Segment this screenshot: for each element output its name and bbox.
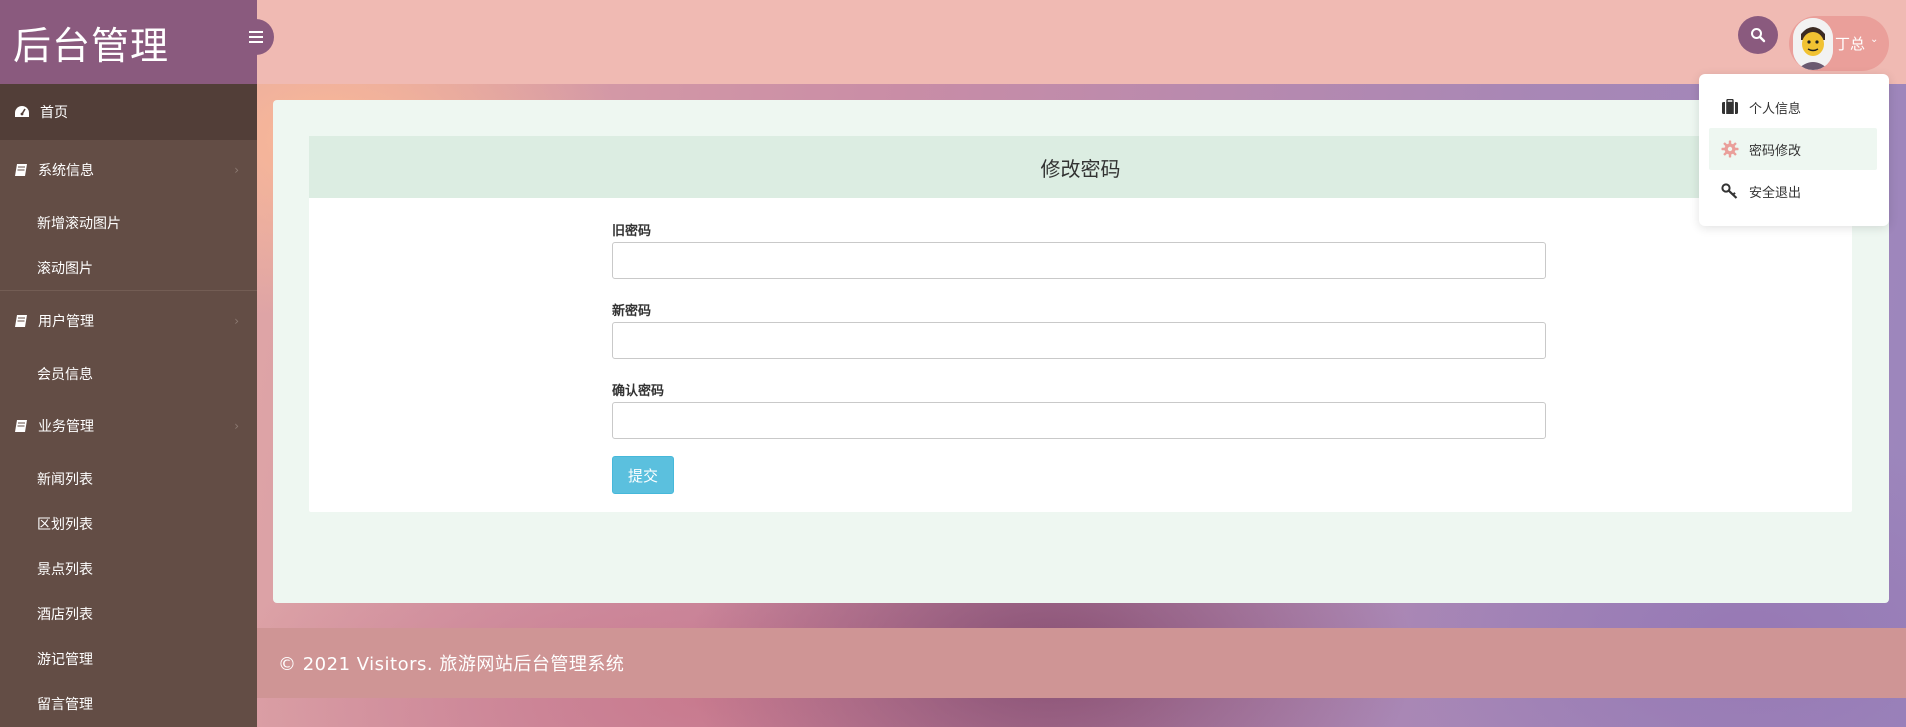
change-password-panel: 修改密码 旧密码 新密码 确认密码 提交 <box>309 136 1852 512</box>
search-icon <box>1751 28 1766 43</box>
menu-item-label: 个人信息 <box>1749 101 1802 117</box>
sidebar-group-system-info[interactable]: 系统信息 › <box>0 140 257 200</box>
briefcase-icon <box>1719 99 1741 115</box>
old-password-input[interactable] <box>612 242 1546 279</box>
new-password-label: 新密码 <box>612 304 652 319</box>
sidebar-item-members[interactable]: 会员信息 <box>0 351 257 396</box>
chevron-right-icon: › <box>234 419 239 433</box>
search-button[interactable] <box>1738 16 1778 54</box>
sidebar-group-label: 系统信息 <box>38 163 94 179</box>
confirm-password-input[interactable] <box>612 402 1546 439</box>
hamburger-icon <box>249 31 263 43</box>
book-icon <box>15 315 27 327</box>
old-password-label: 旧密码 <box>612 224 652 239</box>
sidebar-group-business-management[interactable]: 业务管理 › <box>0 396 257 456</box>
sidebar-item-add-slide[interactable]: 新增滚动图片 <box>0 200 257 245</box>
sidebar-item-news[interactable]: 新闻列表 <box>0 456 257 501</box>
chevron-right-icon: › <box>234 314 239 328</box>
dashboard-icon <box>15 106 29 117</box>
menu-item-label: 密码修改 <box>1749 143 1802 159</box>
sidebar-item-regions[interactable]: 区划列表 <box>0 501 257 546</box>
user-avatar-icon <box>1793 18 1833 70</box>
footer-text: © 2021 Visitors. 旅游网站后台管理系统 <box>257 628 1906 698</box>
sidebar-group-label: 用户管理 <box>38 314 94 330</box>
submit-button[interactable]: 提交 <box>612 456 674 494</box>
confirm-password-label: 确认密码 <box>612 384 665 399</box>
sidebar-item-slides[interactable]: 滚动图片 <box>0 245 257 290</box>
sidebar-item-travelogues[interactable]: 游记管理 <box>0 636 257 681</box>
user-menu-button[interactable]: 丁总 ⌄ <box>1789 16 1889 71</box>
sidebar-item-home[interactable]: 首页 <box>0 84 257 140</box>
sidebar-item-label: 首页 <box>40 105 68 121</box>
menu-item-change-password[interactable]: 密码修改 <box>1709 128 1877 170</box>
sidebar-item-hotels[interactable]: 酒店列表 <box>0 591 257 636</box>
brand-title: 后台管理 <box>0 0 257 84</box>
sidebar-item-messages[interactable]: 留言管理 <box>0 681 257 726</box>
menu-item-profile[interactable]: 个人信息 <box>1709 86 1877 128</box>
top-bar <box>257 0 1906 84</box>
key-icon <box>1719 183 1741 199</box>
book-icon <box>15 164 27 176</box>
new-password-input[interactable] <box>612 322 1546 359</box>
sidebar-group-label: 业务管理 <box>38 419 94 435</box>
menu-toggle-button[interactable] <box>238 19 274 55</box>
sidebar-group-user-management[interactable]: 用户管理 › <box>0 291 257 351</box>
panel-title: 修改密码 <box>309 136 1852 198</box>
user-dropdown-menu: 个人信息 密码修改 安全退出 <box>1699 74 1889 226</box>
menu-item-label: 安全退出 <box>1749 185 1802 201</box>
gear-icon <box>1719 140 1741 158</box>
menu-item-logout[interactable]: 安全退出 <box>1709 170 1877 212</box>
book-icon <box>15 420 27 432</box>
sidebar-item-attractions[interactable]: 景点列表 <box>0 546 257 591</box>
user-name: 丁总 <box>1835 35 1866 53</box>
chevron-right-icon: › <box>234 163 239 177</box>
chevron-down-icon: ⌄ <box>1870 34 1879 45</box>
sidebar: 首页 系统信息 › 新增滚动图片 滚动图片 用户管理 › 会员信息 业务管理 › <box>0 84 257 727</box>
avatar <box>1793 18 1833 70</box>
